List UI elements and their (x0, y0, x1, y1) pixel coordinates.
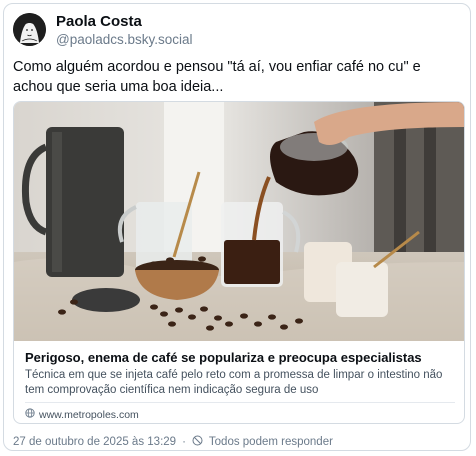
post-text: Como alguém acordou e pensou "tá aí, vou… (13, 59, 421, 95)
link-card-divider (25, 402, 455, 403)
post-card[interactable]: Paola Costa @paoladcs.bsky.social Como a… (3, 3, 471, 451)
author-handle[interactable]: @paoladcs.bsky.social (56, 32, 193, 47)
author-name[interactable]: Paola Costa (56, 13, 142, 30)
link-card-description: Técnica em que se injeta café pelo reto … (25, 369, 443, 396)
reply-setting[interactable]: Todos podem responder (209, 436, 333, 448)
footer-separator: · (182, 436, 186, 448)
post-timestamp[interactable]: 27 de outubro de 2025 às 13:29 (13, 436, 176, 448)
globe-icon (25, 408, 35, 421)
avatar[interactable] (13, 13, 46, 46)
link-card-source[interactable]: www.metropoles.com (25, 408, 139, 421)
link-card-title[interactable]: Perigoso, enema de café se populariza e … (25, 350, 455, 365)
no-entry-icon (192, 435, 203, 449)
link-card-image (14, 102, 464, 341)
link-card[interactable]: Perigoso, enema de café se populariza e … (13, 101, 465, 424)
post-footer: 27 de outubro de 2025 às 13:29 · Todos p… (13, 435, 333, 449)
link-card-domain: www.metropoles.com (39, 408, 139, 421)
